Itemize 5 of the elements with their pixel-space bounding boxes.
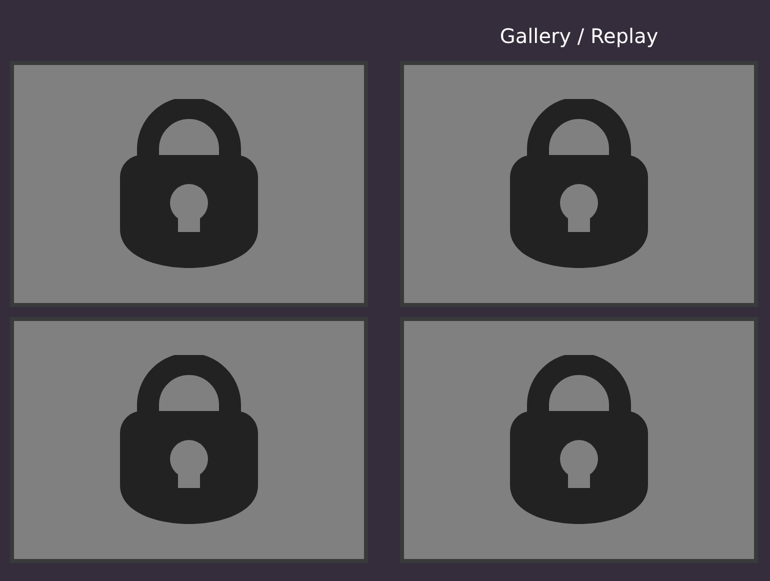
gallery-tile[interactable] [400,61,758,307]
gallery-tile[interactable] [10,317,368,563]
gallery-title: Gallery / Replay [498,22,660,48]
gallery-tile[interactable] [10,61,368,307]
gallery-tile[interactable] [400,317,758,563]
